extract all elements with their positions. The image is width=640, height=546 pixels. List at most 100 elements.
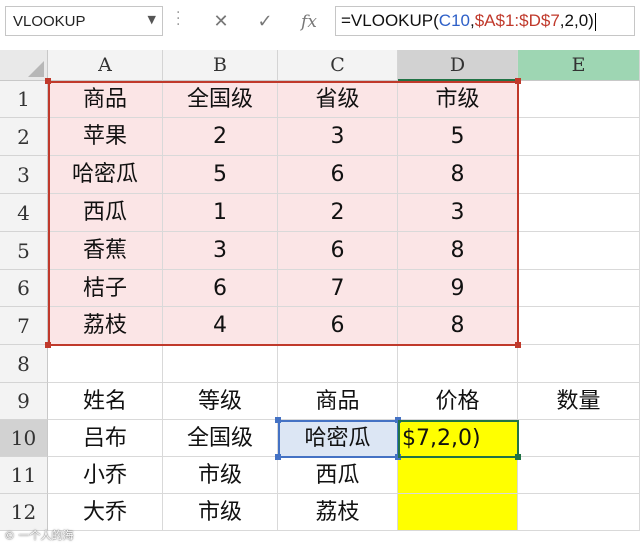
watermark: © 一个人的海 xyxy=(4,529,74,542)
chevron-down-icon[interactable]: ▼ xyxy=(148,13,156,26)
ref-handle-1[interactable] xyxy=(395,417,401,423)
cell-c10[interactable]: 哈密瓜 xyxy=(278,420,398,457)
cell-b1[interactable]: 全国级 xyxy=(163,81,278,118)
row-header-8[interactable]: 8 xyxy=(0,345,48,383)
cell-c1[interactable]: 省级 xyxy=(278,81,398,118)
enter-icon[interactable]: ✓ xyxy=(251,8,279,36)
cell-e9[interactable]: 数量 xyxy=(518,383,640,420)
cell-e11[interactable] xyxy=(518,457,640,494)
cell-e4[interactable] xyxy=(518,194,640,232)
cell-e8[interactable] xyxy=(518,345,640,383)
cell-b6[interactable]: 6 xyxy=(163,270,278,307)
cell-b2[interactable]: 2 xyxy=(163,118,278,156)
row-header-3[interactable]: 3 xyxy=(0,156,48,194)
cell-b10[interactable]: 全国级 xyxy=(163,420,278,457)
ref-handle-3[interactable] xyxy=(395,454,401,460)
cell-e5[interactable] xyxy=(518,232,640,270)
cell-e2[interactable] xyxy=(518,118,640,156)
cell-d9[interactable]: 价格 xyxy=(398,383,518,420)
cell-d1[interactable]: 市级 xyxy=(398,81,518,118)
cell-c6[interactable]: 7 xyxy=(278,270,398,307)
cell-c12[interactable]: 荔枝 xyxy=(278,494,398,531)
cell-e3[interactable] xyxy=(518,156,640,194)
cell-a8[interactable] xyxy=(48,345,163,383)
formula-part: C10 xyxy=(438,11,470,30)
cell-e6[interactable] xyxy=(518,270,640,307)
row-header-2[interactable]: 2 xyxy=(0,118,48,156)
cell-a3[interactable]: 哈密瓜 xyxy=(48,156,163,194)
range-handle-2[interactable] xyxy=(45,342,51,348)
formula-part: $A$1:$D$7 xyxy=(474,11,560,30)
drag-handle-icon[interactable]: · · · xyxy=(176,6,180,32)
ref-handle-2[interactable] xyxy=(275,454,281,460)
cell-d3[interactable]: 8 xyxy=(398,156,518,194)
cell-c11[interactable]: 西瓜 xyxy=(278,457,398,494)
cancel-icon[interactable]: ✕ xyxy=(207,8,235,36)
cell-c4[interactable]: 2 xyxy=(278,194,398,232)
cell-e10[interactable] xyxy=(518,420,640,457)
text-caret xyxy=(594,12,596,31)
cell-b5[interactable]: 3 xyxy=(163,232,278,270)
cell-d7[interactable]: 8 xyxy=(398,307,518,345)
cell-c8[interactable] xyxy=(278,345,398,383)
cell-d11[interactable] xyxy=(398,457,518,494)
cell-a11[interactable]: 小乔 xyxy=(48,457,163,494)
range-handle-0[interactable] xyxy=(45,78,51,84)
formula-part: =VLOOKUP( xyxy=(341,11,439,30)
cell-b3[interactable]: 5 xyxy=(163,156,278,194)
column-header-e[interactable]: E xyxy=(518,50,640,81)
row-header-7[interactable]: 7 xyxy=(0,307,48,345)
row-header-11[interactable]: 11 xyxy=(0,457,48,494)
cell-c9[interactable]: 商品 xyxy=(278,383,398,420)
row-header-10[interactable]: 10 xyxy=(0,420,48,457)
cell-d8[interactable] xyxy=(398,345,518,383)
cell-a10[interactable]: 吕布 xyxy=(48,420,163,457)
cell-d10[interactable]: $7,2,0) xyxy=(398,420,518,457)
cell-e12[interactable] xyxy=(518,494,640,531)
row-header-6[interactable]: 6 xyxy=(0,270,48,307)
cell-d12[interactable] xyxy=(398,494,518,531)
cell-b8[interactable] xyxy=(163,345,278,383)
column-header-c[interactable]: C xyxy=(278,50,398,81)
cell-c2[interactable]: 3 xyxy=(278,118,398,156)
name-box[interactable]: VLOOKUP ▼ xyxy=(5,6,163,36)
column-header-a[interactable]: A xyxy=(48,50,163,81)
range-handle-1[interactable] xyxy=(515,78,521,84)
cell-c3[interactable]: 6 xyxy=(278,156,398,194)
cell-a5[interactable]: 香蕉 xyxy=(48,232,163,270)
row-header-4[interactable]: 4 xyxy=(0,194,48,232)
cell-a2[interactable]: 苹果 xyxy=(48,118,163,156)
cell-b12[interactable]: 市级 xyxy=(163,494,278,531)
select-all-corner[interactable] xyxy=(0,50,48,81)
cell-a12[interactable]: 大乔 xyxy=(48,494,163,531)
cell-a1[interactable]: 商品 xyxy=(48,81,163,118)
cell-a4[interactable]: 西瓜 xyxy=(48,194,163,232)
row-header-9[interactable]: 9 xyxy=(0,383,48,420)
cell-a7[interactable]: 荔枝 xyxy=(48,307,163,345)
cell-e1[interactable] xyxy=(518,81,640,118)
row-header-12[interactable]: 12 xyxy=(0,494,48,531)
cell-c7[interactable]: 6 xyxy=(278,307,398,345)
ref-handle-0[interactable] xyxy=(275,417,281,423)
cell-a6[interactable]: 桔子 xyxy=(48,270,163,307)
row-header-5[interactable]: 5 xyxy=(0,232,48,270)
insert-function-icon[interactable]: fx xyxy=(295,8,323,36)
column-header-d[interactable]: D xyxy=(398,50,518,81)
cell-b4[interactable]: 1 xyxy=(163,194,278,232)
cell-a9[interactable]: 姓名 xyxy=(48,383,163,420)
cell-b11[interactable]: 市级 xyxy=(163,457,278,494)
cell-d4[interactable]: 3 xyxy=(398,194,518,232)
range-handle-3[interactable] xyxy=(515,342,521,348)
row-header-1[interactable]: 1 xyxy=(0,81,48,118)
fill-handle[interactable] xyxy=(515,454,521,460)
cell-b7[interactable]: 4 xyxy=(163,307,278,345)
formula-input[interactable]: =VLOOKUP(C10,$A$1:$D$7,2,0) xyxy=(335,6,635,36)
cell-d2[interactable]: 5 xyxy=(398,118,518,156)
cell-c5[interactable]: 6 xyxy=(278,232,398,270)
select-all-triangle-icon xyxy=(28,61,44,77)
cell-e7[interactable] xyxy=(518,307,640,345)
column-header-b[interactable]: B xyxy=(163,50,278,81)
cell-d5[interactable]: 8 xyxy=(398,232,518,270)
cell-d6[interactable]: 9 xyxy=(398,270,518,307)
cell-b9[interactable]: 等级 xyxy=(163,383,278,420)
